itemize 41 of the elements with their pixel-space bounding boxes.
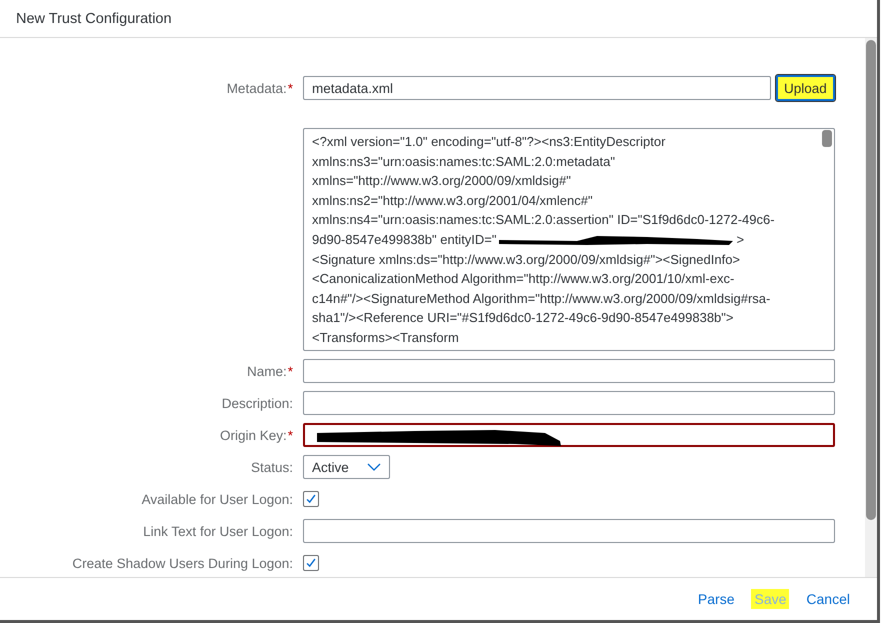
xml-line-end: > [736, 230, 744, 249]
field-label: Available for User Logon: [142, 492, 293, 506]
text-field[interactable] [303, 519, 835, 543]
xml-line: c14n#"/><SignatureMethod Algorithm="http://www.w3.org/2000/09/xmldsig#rsa- [312, 290, 770, 308]
xml-line: xmlns:ns2="http://www.w3.org/2001/04/xmlenc#" [312, 192, 593, 210]
checkmark-icon [304, 492, 318, 506]
required-mark: * [288, 428, 293, 442]
field-label: Status: [250, 460, 293, 474]
xml-line: xmlns:ns4="urn:oasis:names:tc:SAML:2.0:assertion" ID="S1f9d6dc0-1272-49c6- [312, 211, 775, 230]
xml-line: <Signature xmlns:ds="http://www.w3.org/2000/09/xmldsig#"><SignedInfo> [312, 250, 740, 269]
xml-line: sha1"/><Reference URI="#S1f9d6dc0-1272-49c6-9d90-8547e499838b"> [312, 309, 734, 328]
file-name-field[interactable]: metadata.xml [303, 76, 771, 100]
field-label: Origin Key: [220, 428, 287, 442]
field-label: Create Shadow Users During Logon: [72, 556, 293, 570]
window-title: New Trust Configuration [16, 10, 172, 26]
upload-button[interactable]: Upload [776, 75, 835, 101]
xml-line: xmlns:ns3="urn:oasis:names:tc:SAML:2.0:metadata" [312, 152, 615, 171]
xml-line: xmlns="http://www.w3.org/2000/09/xmldsig#" [312, 172, 571, 190]
metadata-text-area[interactable] [303, 128, 835, 351]
footer-button[interactable]: Cancel [803, 589, 853, 609]
text-field[interactable] [303, 423, 835, 447]
xml-line: <Transforms><Transform [312, 328, 459, 347]
status-dropdown[interactable]: Active [303, 455, 390, 479]
xml-line: <?xml version="1.0" encoding="utf-8"?><ns3:EntityDescriptor [312, 133, 666, 151]
checkmark-icon [304, 556, 318, 570]
field-label: Link Text for User Logon: [143, 524, 293, 538]
text-field[interactable] [303, 391, 835, 415]
scrollbar[interactable] [865, 38, 877, 577]
footer-button[interactable]: Parse [694, 589, 738, 609]
field-label: Metadata: [226, 80, 287, 96]
xml-line: <CanonicalizationMethod Algorithm="http://www.w3.org/2001/10/xml-exc- [312, 270, 734, 288]
scrollbar-thumb[interactable] [822, 130, 832, 147]
field-label: Name: [246, 364, 287, 378]
text-field[interactable] [303, 359, 835, 383]
required-mark: * [288, 80, 293, 96]
required-mark: * [288, 364, 293, 378]
checkbox[interactable] [303, 555, 319, 571]
checkbox[interactable] [303, 491, 319, 507]
chevron-down-icon [367, 463, 381, 471]
field-label: Description: [222, 396, 293, 410]
xml-line: 9d90-8547e499838b" entityID=" [312, 230, 497, 249]
